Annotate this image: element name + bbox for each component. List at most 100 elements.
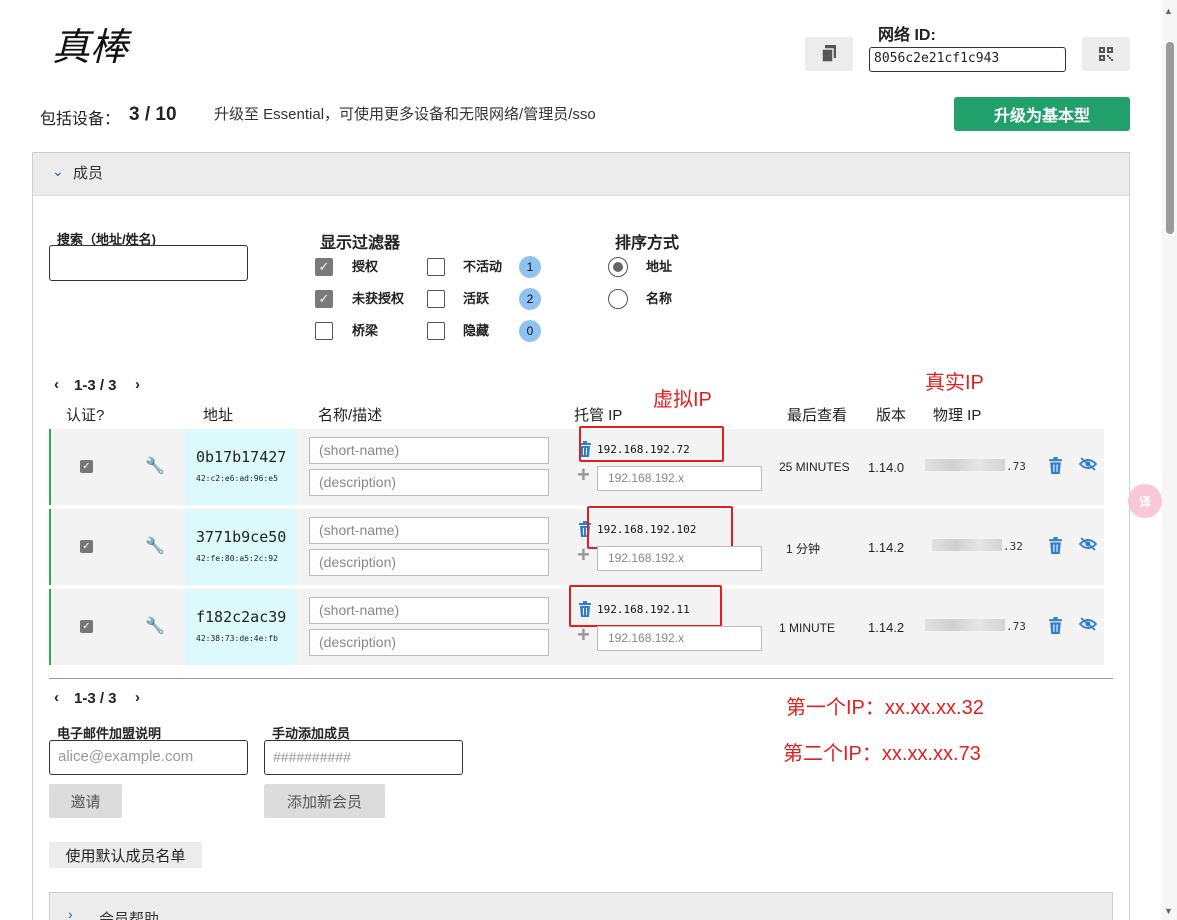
- delete-member-icon[interactable]: [1048, 537, 1063, 559]
- copy-button[interactable]: [805, 37, 853, 71]
- add-ip-input[interactable]: 192.168.192.x: [597, 626, 762, 651]
- add-ip-icon[interactable]: +: [577, 462, 590, 488]
- network-title: 真棒: [52, 25, 129, 69]
- devices-count: 3 / 10: [129, 104, 177, 125]
- last-seen: 1 MINUTE: [779, 621, 836, 635]
- invite-button[interactable]: 邀请: [49, 784, 122, 818]
- copy-icon: [821, 45, 836, 63]
- pager-next-button[interactable]: ›: [135, 376, 140, 393]
- network-id-label: 网络 ID:: [878, 27, 936, 44]
- member-help-header[interactable]: [49, 892, 1113, 920]
- filter-authorized-checkbox[interactable]: ✓: [315, 258, 333, 276]
- add-ip-input[interactable]: 192.168.192.x: [597, 546, 762, 571]
- filter-unauthorized-checkbox[interactable]: ✓: [315, 290, 333, 308]
- filter-hidden-label: 隐藏: [463, 323, 490, 338]
- pager-next-button-bottom[interactable]: ›: [135, 689, 140, 706]
- physical-ip-suffix: .73: [1006, 460, 1026, 473]
- wrench-icon[interactable]: 🔧: [145, 536, 165, 556]
- active-count-badge: 2: [519, 288, 541, 310]
- hidden-count-badge: 0: [519, 320, 541, 342]
- hide-member-icon[interactable]: [1078, 617, 1098, 636]
- short-name-input[interactable]: (short-name): [309, 597, 549, 624]
- add-ip-icon[interactable]: +: [577, 622, 590, 648]
- member-id-input[interactable]: ##########: [264, 740, 463, 775]
- chevron-down-icon[interactable]: ⌄: [52, 163, 64, 180]
- authorize-checkbox[interactable]: ✓: [80, 620, 93, 633]
- sort-name-radio[interactable]: [608, 289, 628, 309]
- col-address: 地址: [203, 407, 234, 424]
- scroll-down-arrow[interactable]: ▼: [1164, 906, 1173, 916]
- col-physical-ip: 物理 IP: [933, 407, 982, 424]
- annotation-real-ip: 真实IP: [925, 372, 984, 394]
- pager-bottom-label: 1-3 / 3: [74, 690, 117, 707]
- annotation-box: [579, 426, 724, 462]
- annotation-box: [587, 506, 733, 549]
- col-managed-ip: 托管 IP: [574, 407, 623, 424]
- wrench-icon[interactable]: 🔧: [145, 616, 165, 636]
- inactive-count-badge: 1: [519, 256, 541, 278]
- scrollbar-thumb[interactable]: [1166, 42, 1174, 234]
- pager-prev-button-bottom[interactable]: ‹: [54, 689, 59, 706]
- version: 1.14.0: [868, 460, 905, 475]
- member-address: 0b17b17427: [196, 448, 287, 466]
- hide-member-icon[interactable]: [1078, 457, 1098, 476]
- network-id-field[interactable]: 8056c2e21cf1c943: [869, 47, 1066, 72]
- chevron-right-icon[interactable]: ›: [68, 906, 73, 920]
- email-input[interactable]: alice@example.com: [49, 740, 248, 775]
- pager-prev-button[interactable]: ‹: [54, 376, 59, 393]
- wrench-icon[interactable]: 🔧: [145, 456, 165, 476]
- physical-ip-redacted: [932, 539, 1002, 551]
- version: 1.14.2: [868, 620, 905, 635]
- sort-title: 排序方式: [615, 235, 680, 252]
- short-name-input[interactable]: (short-name): [309, 517, 549, 544]
- members-panel-header[interactable]: [33, 153, 1129, 196]
- add-member-button[interactable]: 添加新会员: [264, 784, 385, 818]
- filter-active-checkbox[interactable]: [427, 290, 445, 308]
- last-seen: 25 MINUTES: [779, 460, 850, 474]
- sort-address-label: 地址: [646, 259, 673, 274]
- filter-inactive-label: 不活动: [463, 259, 503, 274]
- description-input[interactable]: (description): [309, 469, 549, 496]
- authorize-checkbox[interactable]: ✓: [80, 460, 93, 473]
- col-last-seen: 最后查看: [787, 407, 848, 424]
- filter-hidden-checkbox[interactable]: [427, 322, 445, 340]
- member-help-title: 会员帮助: [99, 911, 160, 920]
- member-mac: 42:38:73:de:4e:fb: [196, 634, 278, 643]
- description-input[interactable]: (description): [309, 629, 549, 656]
- filter-title: 显示过滤器: [320, 235, 401, 252]
- default-member-list-button[interactable]: 使用默认成员名单: [49, 842, 202, 868]
- annotation-first-ip: 第一个IP：xx.xx.xx.32: [786, 697, 984, 719]
- translate-icon[interactable]: 译: [1128, 484, 1162, 518]
- qr-code-button[interactable]: [1082, 37, 1130, 71]
- authorize-checkbox[interactable]: ✓: [80, 540, 93, 553]
- qr-code-icon: [1099, 47, 1113, 61]
- add-ip-icon[interactable]: +: [577, 542, 590, 568]
- short-name-input[interactable]: (short-name): [309, 437, 549, 464]
- sort-address-radio[interactable]: [608, 257, 628, 277]
- add-ip-input[interactable]: 192.168.192.x: [597, 466, 762, 491]
- filter-bridge-checkbox[interactable]: [315, 322, 333, 340]
- upgrade-button[interactable]: 升级为基本型: [954, 97, 1130, 131]
- pager-top-label: 1-3 / 3: [74, 377, 117, 394]
- search-input[interactable]: [49, 245, 248, 281]
- col-auth: 认证?: [66, 407, 105, 424]
- physical-ip-suffix: .32: [1003, 540, 1023, 553]
- table-divider: [49, 678, 1113, 679]
- description-input[interactable]: (description): [309, 549, 549, 576]
- member-address: f182c2ac39: [196, 608, 287, 626]
- address-cell: [185, 509, 297, 585]
- scroll-up-arrow[interactable]: ▲: [1164, 6, 1173, 16]
- sort-name-label: 名称: [646, 291, 673, 306]
- annotation-virtual-ip: 虚拟IP: [653, 389, 712, 411]
- physical-ip-redacted: [925, 459, 1005, 471]
- member-mac: 42:fe:80:a5:2c:92: [196, 554, 278, 563]
- delete-member-icon[interactable]: [1048, 617, 1063, 639]
- delete-member-icon[interactable]: [1048, 457, 1063, 479]
- filter-bridge-label: 桥梁: [352, 323, 379, 338]
- upgrade-note: 升级至 Essential，可使用更多设备和无限网络/管理员/sso: [214, 106, 596, 123]
- address-cell: [185, 589, 297, 665]
- filter-inactive-checkbox[interactable]: [427, 258, 445, 276]
- col-name: 名称/描述: [318, 407, 383, 424]
- hide-member-icon[interactable]: [1078, 537, 1098, 556]
- members-panel-title: 成员: [73, 165, 104, 182]
